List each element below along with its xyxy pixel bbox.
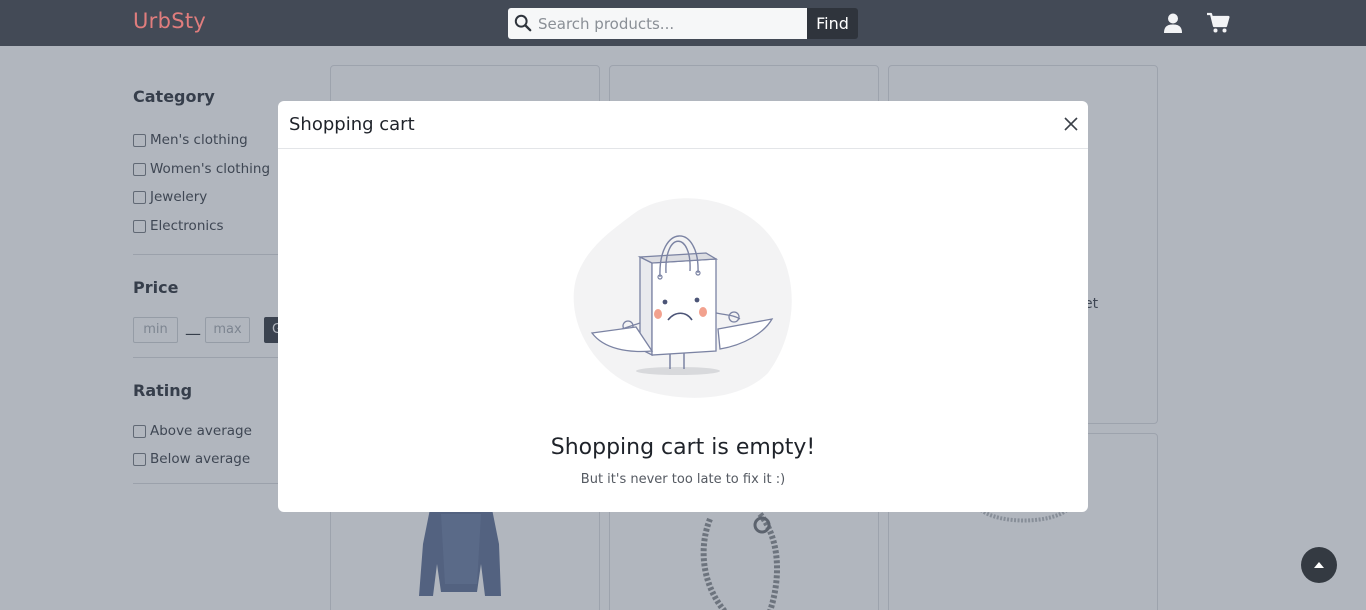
navbar: UrbSty Search products... Find: [0, 0, 1366, 46]
empty-cart-title: Shopping cart is empty!: [550, 435, 816, 460]
modal-header: Shopping cart: [278, 101, 1088, 149]
modal-title: Shopping cart: [289, 114, 415, 135]
brand-logo[interactable]: UrbSty: [133, 9, 206, 33]
search-placeholder: Search products...: [538, 15, 675, 33]
search-input[interactable]: Search products...: [508, 8, 807, 39]
chevron-up-icon: [1314, 562, 1324, 568]
close-icon[interactable]: [1062, 115, 1080, 133]
cart-icon[interactable]: [1206, 12, 1230, 34]
back-to-top-button[interactable]: [1301, 547, 1337, 583]
user-icon[interactable]: [1162, 12, 1184, 34]
shopping-cart-modal: Shopping cart Shopping cart is empty! Bu…: [278, 101, 1088, 512]
find-button[interactable]: Find: [807, 8, 858, 39]
empty-cart-subtitle: But it's never too late to fix it :): [580, 472, 786, 487]
empty-cart-illustration: [573, 198, 792, 398]
search-icon: [514, 14, 532, 32]
